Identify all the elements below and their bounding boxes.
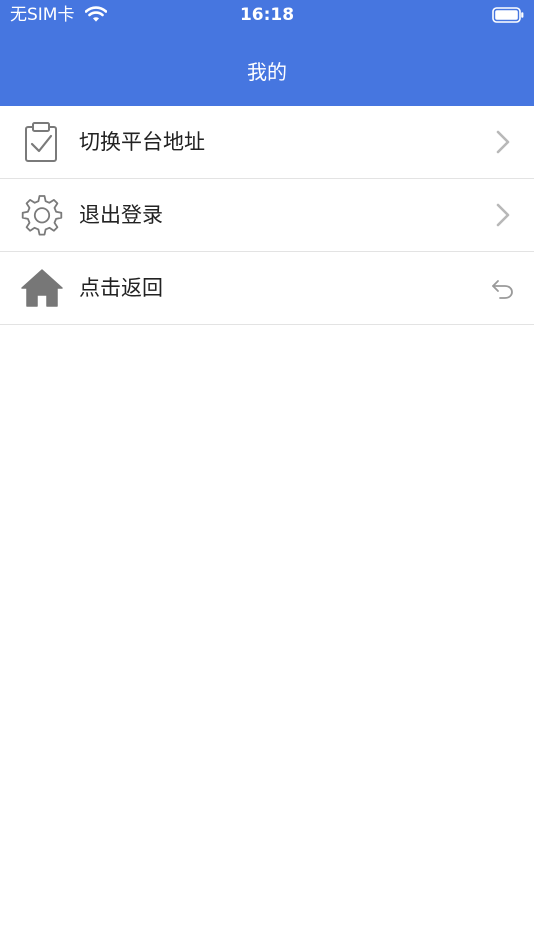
page-title: 我的 — [247, 60, 287, 84]
menu-item-go-back[interactable]: 点击返回 — [0, 252, 534, 325]
clock-time: 16:18 — [239, 5, 295, 25]
settings-menu: 切换平台地址 退出登录 点击返回 — [0, 106, 534, 325]
chevron-right-icon — [496, 130, 510, 154]
menu-item-label: 退出登录 — [79, 203, 163, 227]
menu-item-label: 切换平台地址 — [79, 130, 205, 154]
battery-icon — [492, 7, 524, 23]
return-arrow-icon — [492, 280, 513, 299]
status-bar: 无SIM卡 16:18 — [0, 0, 534, 30]
clipboard-check-icon — [25, 122, 57, 162]
chevron-right-icon — [496, 203, 510, 227]
menu-item-logout[interactable]: 退出登录 — [0, 179, 534, 252]
home-icon — [21, 269, 63, 307]
header: 无SIM卡 16:18 我的 — [0, 0, 534, 106]
menu-item-switch-platform-address[interactable]: 切换平台地址 — [0, 106, 534, 179]
app-screen: 无SIM卡 16:18 我的 切换平台地址 退出登录 点击返回 — [0, 0, 534, 950]
gear-icon — [21, 195, 63, 236]
menu-item-label: 点击返回 — [79, 276, 163, 300]
